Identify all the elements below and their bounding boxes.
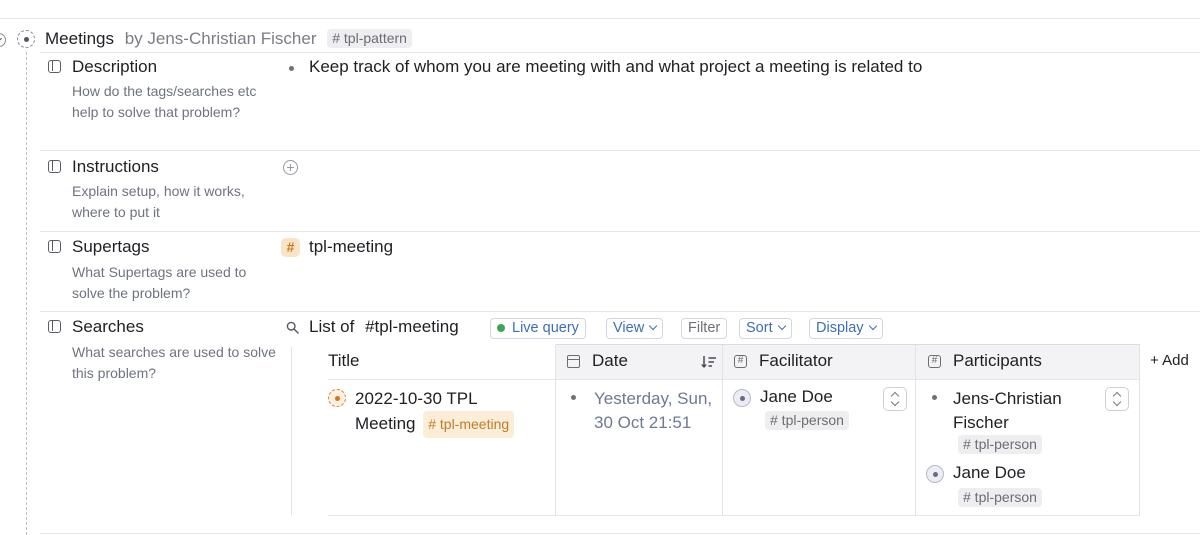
live-query-button[interactable]: Live query bbox=[490, 318, 586, 339]
instructions-divider bbox=[40, 231, 1200, 232]
node-bullet-icon[interactable] bbox=[17, 30, 35, 48]
meeting-node-bullet-icon[interactable] bbox=[328, 389, 346, 407]
node-author: by Jens-Christian Fischer bbox=[124, 29, 317, 48]
field-searches-label[interactable]: Searches bbox=[72, 317, 144, 337]
participant-1-tag-badge[interactable]: # tpl-person bbox=[958, 435, 1042, 454]
supertags-divider bbox=[40, 311, 1200, 312]
participant-1-name[interactable]: Jens-Christian Fischer bbox=[953, 387, 1062, 435]
view-label: View bbox=[613, 320, 645, 336]
participants-field-icon: # bbox=[928, 355, 941, 368]
add-instructions-plus-icon[interactable] bbox=[283, 160, 298, 175]
row-date-line1: Yesterday, Sun, bbox=[594, 389, 713, 408]
display-label: Display bbox=[816, 320, 864, 336]
live-query-label: Live query bbox=[512, 320, 579, 336]
filter-label: Filter bbox=[688, 320, 721, 336]
field-description-label[interactable]: Description bbox=[72, 57, 157, 77]
description-divider bbox=[40, 150, 1200, 151]
row-title-line2[interactable]: Meeting bbox=[355, 414, 415, 433]
column-header-facilitator[interactable]: Facilitator bbox=[759, 345, 833, 379]
table-row-bottom-border bbox=[328, 515, 1140, 516]
field-searches-help: What searches are used to solve this pro… bbox=[72, 344, 276, 381]
participant-2-tag-badge[interactable]: # tpl-person bbox=[958, 488, 1042, 507]
participants-stepper-icon[interactable] bbox=[1105, 387, 1129, 411]
collapse-toggle-icon[interactable] bbox=[0, 33, 6, 47]
search-query-prefix: List of bbox=[309, 317, 355, 336]
sort-label: Sort bbox=[746, 320, 773, 336]
header-divider bbox=[40, 52, 1200, 53]
field-supertags-icon bbox=[48, 240, 61, 253]
sort-descending-icon[interactable] bbox=[701, 355, 717, 369]
field-instructions-label[interactable]: Instructions bbox=[72, 157, 159, 177]
add-column-button[interactable]: + Add bbox=[1150, 352, 1189, 369]
table-header-bottom-border bbox=[328, 379, 1140, 380]
field-description-icon bbox=[48, 60, 61, 73]
participant-1-name-line2: Fischer bbox=[953, 413, 1009, 432]
supertag-hash-icon: # bbox=[281, 238, 300, 257]
field-description-help: How do the tags/searches etc help to sol… bbox=[72, 83, 257, 120]
column-separator bbox=[722, 345, 723, 515]
table-indent-line bbox=[291, 347, 292, 515]
participant-2-bullet-icon[interactable] bbox=[926, 465, 944, 483]
display-button[interactable]: Display bbox=[809, 318, 883, 339]
field-supertags-label[interactable]: Supertags bbox=[72, 237, 150, 257]
column-header-date[interactable]: Date bbox=[592, 345, 628, 379]
node-title-text[interactable]: Meetings bbox=[45, 29, 114, 48]
field-instructions-icon bbox=[48, 160, 61, 173]
participant-bullet-icon bbox=[932, 395, 937, 400]
column-separator bbox=[915, 345, 916, 515]
facilitator-stepper-icon[interactable] bbox=[883, 387, 907, 411]
field-description-value[interactable]: Keep track of whom you are meeting with … bbox=[309, 57, 922, 77]
top-divider bbox=[0, 18, 1200, 19]
column-separator bbox=[555, 345, 556, 515]
column-separator bbox=[1139, 345, 1140, 515]
supertag-value[interactable]: tpl-meeting bbox=[309, 237, 393, 257]
field-instructions-help: Explain setup, how it works, where to pu… bbox=[72, 183, 245, 220]
filter-button[interactable]: Filter bbox=[681, 318, 728, 339]
search-icon bbox=[286, 321, 299, 334]
column-header-title[interactable]: Title bbox=[328, 345, 360, 379]
row-date-line2: 30 Oct 21:51 bbox=[594, 413, 692, 432]
live-status-dot-icon bbox=[497, 324, 505, 332]
sort-button[interactable]: Sort bbox=[739, 318, 792, 339]
row-title-cell[interactable]: 2022-10-30 TPL Meeting # tpl-meeting bbox=[355, 387, 515, 438]
facilitator-tag-badge[interactable]: # tpl-person bbox=[765, 411, 849, 430]
search-query-tag[interactable]: #tpl-meeting bbox=[365, 317, 459, 336]
description-value-bullet-icon bbox=[289, 66, 294, 71]
participant-2-name[interactable]: Jane Doe bbox=[953, 463, 1026, 483]
children-guide-line bbox=[26, 52, 27, 535]
row-title-tag-badge[interactable]: # tpl-meeting bbox=[423, 411, 515, 438]
row-title-line1[interactable]: 2022-10-30 TPL bbox=[355, 387, 514, 411]
date-bullet-icon bbox=[571, 395, 576, 400]
display-chevron-down-icon bbox=[868, 321, 877, 331]
row-date-cell[interactable]: Yesterday, Sun, 30 Oct 21:51 bbox=[594, 387, 712, 435]
facilitator-field-icon: # bbox=[734, 355, 747, 368]
view-chevron-down-icon bbox=[648, 321, 658, 331]
sort-chevron-down-icon bbox=[777, 321, 786, 331]
table-header-top-border bbox=[556, 344, 1140, 345]
field-searches-icon bbox=[48, 320, 61, 333]
column-header-participants[interactable]: Participants bbox=[953, 345, 1042, 379]
searches-divider bbox=[40, 533, 1200, 534]
view-button[interactable]: View bbox=[606, 318, 664, 339]
search-query-title[interactable]: List of #tpl-meeting bbox=[309, 317, 459, 337]
node-tag-badge[interactable]: # tpl-pattern bbox=[327, 29, 412, 48]
participant-1-name-line1: Jens-Christian bbox=[953, 389, 1062, 408]
facilitator-bullet-icon[interactable] bbox=[733, 389, 751, 407]
calendar-icon bbox=[567, 355, 580, 368]
field-supertags-help: What Supertags are used to solve the pro… bbox=[72, 264, 247, 301]
node-title[interactable]: Meetings by Jens-Christian Fischer # tpl… bbox=[45, 29, 412, 49]
facilitator-name[interactable]: Jane Doe bbox=[760, 387, 833, 407]
table-header-bg bbox=[556, 345, 1140, 379]
